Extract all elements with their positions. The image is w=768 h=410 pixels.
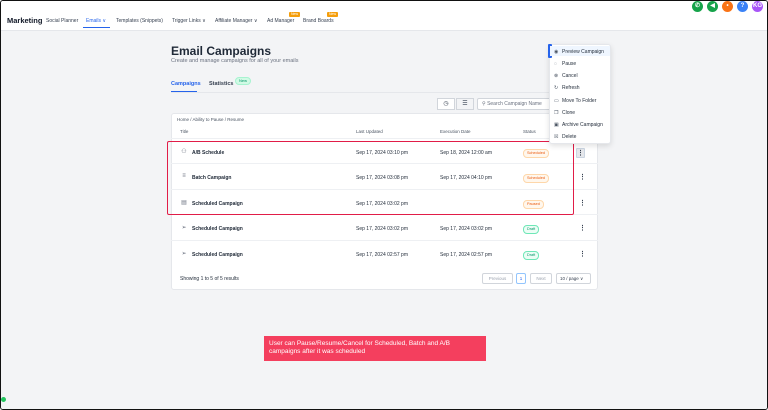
annotation-callout: User can Pause/Resume/Cancel for Schedul… [264,336,486,361]
phone-icon[interactable]: ✆ [692,1,703,12]
send-icon: ➢ [181,225,187,231]
app-frame: Marketing Social Planner Emails ∨ Templa… [0,0,768,410]
menu-item-delete[interactable]: ☒ Delete [554,134,576,140]
search-input[interactable]: ⚲ Search Campaign Name [477,98,557,110]
search-icon: ⚲ [482,101,486,107]
eye-icon: ◉ [554,49,559,55]
history-button[interactable]: ◷ [437,98,455,110]
nav-social-planner[interactable]: Social Planner [46,18,78,24]
page-title: Email Campaigns [171,44,272,58]
list-icon: ☰ [462,101,468,107]
tab-divider [171,92,591,93]
page-number-button[interactable]: 1 [516,273,526,284]
column-header-title: Title [180,129,189,134]
top-nav: Marketing Social Planner Emails ∨ Templa… [1,1,767,31]
clock-icon: ◷ [443,101,449,107]
page-subtitle: Create and manage campaigns for all of y… [171,58,299,64]
menu-item-label: Preview Campaign [562,49,604,55]
annotation-highlight-box [167,141,574,215]
pause-icon: ◌ [554,61,557,67]
statistics-new-badge: New [235,77,252,85]
status-dot [1,397,6,402]
row-actions-kebab-icon[interactable]: ⋮ [579,173,586,181]
status-badge: Draft [523,225,540,234]
column-header-execution-date: Execution Date [440,129,471,134]
menu-item-label: Cancel [562,73,578,79]
brand-title: Marketing [7,16,43,25]
column-header-last-updated: Last Updated [356,129,383,134]
row-actions-kebab-icon[interactable]: ⋮ [579,250,586,258]
menu-item-move-to-folder[interactable]: ▭ Move To Folder [554,98,596,104]
nav-emails[interactable]: Emails ∨ [86,18,106,24]
new-badge: New [289,12,301,17]
last-updated: Sep 17, 2024 02:57 pm [356,252,408,258]
execution-date: Sep 17, 2024 02:57 pm [440,252,492,258]
cancel-icon: ⊗ [554,73,559,79]
send-icon: ➢ [181,251,187,257]
row-actions-kebab-icon[interactable]: ⋮ [579,224,586,232]
status-badge: Draft [523,251,540,260]
nav-templates[interactable]: Templates (Snippets) [116,18,163,24]
menu-item-label: Pause [562,61,577,67]
results-count: Showing 1 to 5 of 5 results [180,276,239,282]
nav-trigger-links[interactable]: Trigger Links ∨ [172,18,206,24]
campaign-name[interactable]: Scheduled Campaign [192,226,243,232]
tab-statistics[interactable]: Statistics [209,81,233,87]
menu-item-refresh[interactable]: ↻ Refresh [554,85,580,91]
menu-item-clone[interactable]: ❐ Clone [554,110,575,116]
avatar[interactable]: KG [752,1,763,12]
nav-affiliate-manager[interactable]: Affiliate Manager ∨ [215,18,257,24]
megaphone-icon[interactable]: ◀ [707,1,718,12]
row-actions-kebab-icon[interactable]: ⋮ [579,199,586,207]
bell-icon[interactable]: • [722,1,733,12]
trash-icon: ☒ [554,134,559,140]
folder-icon: ▭ [554,98,559,104]
menu-item-label: Refresh [562,85,580,91]
menu-item-label: Clone [562,110,576,116]
last-updated: Sep 17, 2024 03:02 pm [356,226,408,232]
nav-brand-boards[interactable]: Brand Boards [303,18,334,24]
menu-item-label: Move To Folder [562,98,597,104]
execution-date: Sep 17, 2024 03:02 pm [440,226,492,232]
next-page-button[interactable]: Next [530,273,552,284]
previous-page-button[interactable]: Previous [482,273,513,284]
menu-item-label: Archive Campaign [562,122,603,128]
campaign-name[interactable]: Scheduled Campaign [192,252,243,258]
menu-item-label: Delete [562,134,577,140]
row-divider [171,240,598,241]
new-badge: New [327,12,339,17]
search-placeholder: Search Campaign Name [487,101,542,107]
menu-item-preview-campaign[interactable]: ◉ Preview Campaign [554,49,604,55]
campaign-actions-menu [549,44,611,144]
column-header-status: Status [523,129,536,134]
archive-icon: ▣ [554,122,559,128]
per-page-select[interactable]: 10 / page ∨ [556,273,591,284]
list-view-button[interactable]: ☰ [456,98,474,110]
menu-item-cancel[interactable]: ⊗ Cancel [554,73,578,79]
active-tab-underline [171,91,197,92]
row-divider [171,138,598,139]
nav-ad-manager[interactable]: Ad Manager [267,18,294,24]
menu-item-archive-campaign[interactable]: ▣ Archive Campaign [554,122,603,128]
active-nav-underline [83,27,110,28]
help-icon[interactable]: ? [737,1,748,12]
breadcrumb[interactable]: Home / Ability to Pause / Resume [177,117,244,122]
refresh-icon: ↻ [554,85,559,91]
tab-campaigns[interactable]: Campaigns [171,81,201,87]
row-actions-kebab-icon[interactable]: ⋮ [576,148,585,158]
menu-item-pause[interactable]: ◌ Pause [554,61,576,67]
clone-icon: ❐ [554,110,559,116]
